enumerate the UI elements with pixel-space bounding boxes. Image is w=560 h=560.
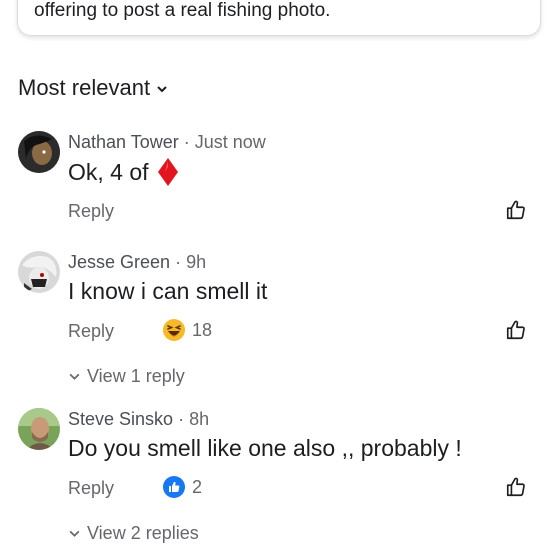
reaction-summary[interactable]: 18 — [162, 318, 212, 342]
comment-author[interactable]: Steve Sinsko — [68, 409, 173, 429]
like-icon[interactable] — [505, 476, 527, 498]
laughing-emoji-icon — [163, 319, 185, 341]
chevron-down-icon — [69, 373, 80, 380]
view-replies-button[interactable]: View 1 reply — [68, 365, 185, 387]
reaction-count: 18 — [192, 320, 213, 340]
reply-button[interactable]: Reply — [68, 200, 114, 222]
like-icon[interactable] — [505, 319, 527, 341]
chevron-down-icon — [69, 530, 80, 537]
sort-dropdown[interactable]: Most relevant — [18, 76, 168, 100]
like-icon[interactable] — [505, 199, 527, 221]
avatar[interactable] — [18, 408, 60, 450]
reaction-summary[interactable]: 2 — [162, 475, 202, 499]
post-text-snippet: offering to post a real fishing photo. — [34, 0, 331, 21]
comment-author[interactable]: Nathan Tower — [68, 132, 179, 152]
comment-time: · 8h — [178, 409, 210, 429]
view-replies-label: View 2 replies — [87, 523, 199, 543]
reply-button[interactable]: Reply — [68, 477, 114, 499]
red-diamond-icon — [157, 158, 178, 186]
avatar[interactable] — [18, 251, 60, 293]
sort-label: Most relevant — [18, 75, 151, 100]
avatar[interactable] — [18, 131, 60, 173]
comment-time: · Just now — [183, 132, 266, 152]
previous-post-card: offering to post a real fishing photo. — [17, 0, 541, 36]
avatar-image — [18, 131, 60, 173]
view-replies-label: View 1 reply — [87, 366, 185, 386]
comment-text: Ok, 4 of — [68, 159, 149, 185]
reaction-count: 2 — [192, 477, 203, 497]
chevron-down-icon — [157, 86, 167, 93]
avatar-image — [18, 251, 60, 293]
reply-button[interactable]: Reply — [68, 320, 114, 342]
view-replies-button[interactable]: View 2 replies — [68, 522, 199, 544]
comment-text: I know i can smell it — [68, 278, 268, 304]
blue-like-icon — [163, 476, 185, 498]
comment-author[interactable]: Jesse Green — [68, 252, 170, 272]
avatar-image — [18, 408, 60, 450]
comment-text: Do you smell like one also ,, probably ! — [68, 435, 462, 461]
comment-time: · 9h — [175, 252, 207, 272]
